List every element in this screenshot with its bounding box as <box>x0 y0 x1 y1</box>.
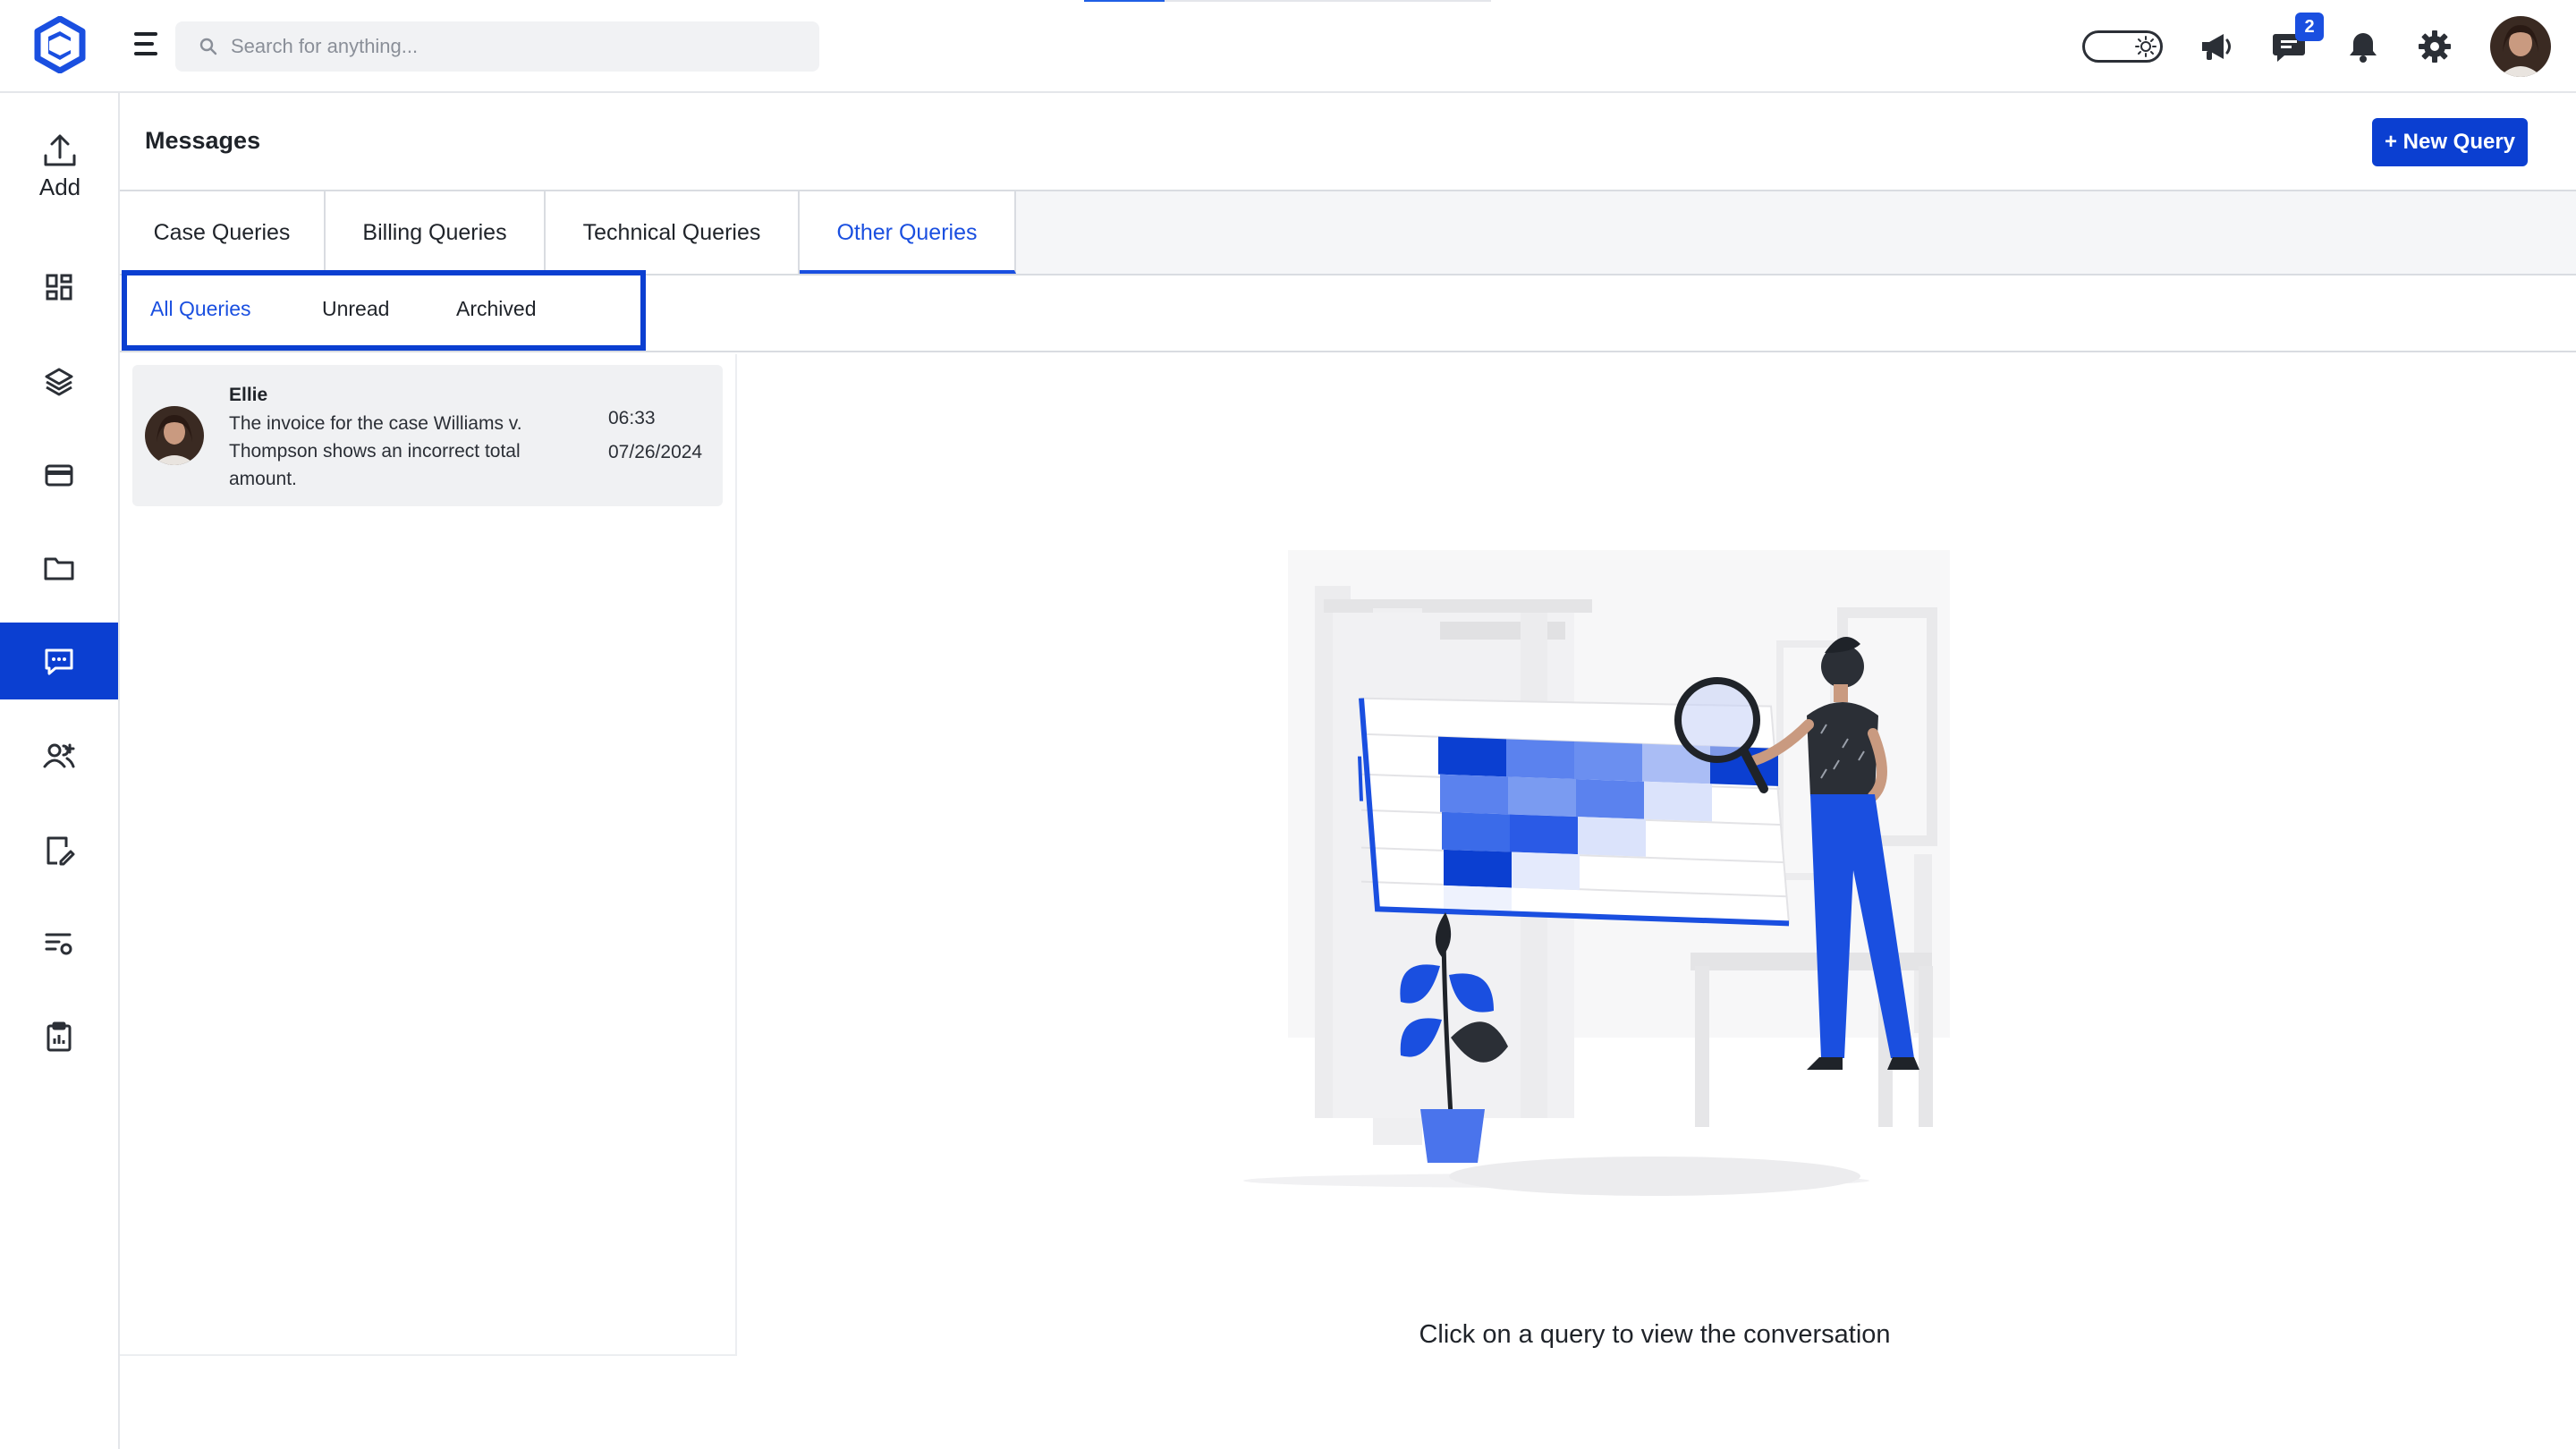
query-list-item[interactable]: Ellie The invoice for the case Williams … <box>132 365 723 506</box>
sidebar-item-billing[interactable] <box>0 436 118 513</box>
avatar-image <box>145 406 204 465</box>
tab-technical-queries[interactable]: Technical Queries <box>546 191 800 274</box>
clipboard-icon <box>47 1021 72 1052</box>
sender-avatar <box>145 406 204 465</box>
search-icon <box>199 38 217 55</box>
filter-unread[interactable]: Unread <box>322 297 389 321</box>
avatar-image <box>2490 16 2551 77</box>
page-title: Messages <box>145 127 261 154</box>
sidebar-add-button[interactable]: Add <box>0 131 120 211</box>
user-avatar[interactable] <box>2490 16 2551 77</box>
sidebar-item-layers[interactable] <box>0 343 118 420</box>
sidebar-item-dashboard[interactable] <box>0 249 118 326</box>
upload-icon <box>44 134 76 166</box>
dashboard-icon <box>46 274 72 301</box>
chat-badge: 2 <box>2295 13 2324 41</box>
filter-all-queries[interactable]: All Queries <box>150 297 250 321</box>
list-settings-icon <box>45 933 72 955</box>
sidebar-item-settings-list[interactable] <box>0 905 118 982</box>
bell-icon[interactable] <box>2343 27 2383 66</box>
sidebar-item-users[interactable] <box>0 717 118 794</box>
message-icon <box>45 648 73 675</box>
top-bar: 2 <box>0 0 2576 93</box>
new-query-button[interactable]: + New Query <box>2372 118 2528 166</box>
users-icon <box>43 743 75 768</box>
search-input[interactable] <box>231 21 803 72</box>
sidebar: Add <box>0 93 120 1449</box>
tab-case-queries[interactable]: Case Queries <box>120 191 326 274</box>
folder-icon <box>44 557 74 580</box>
filter-archived[interactable]: Archived <box>456 297 536 321</box>
message-preview: The invoice for the case Williams v. Tho… <box>229 413 522 489</box>
sidebar-add-label: Add <box>38 174 81 200</box>
sidebar-item-documents[interactable] <box>0 812 118 889</box>
sidebar-item-clipboard[interactable] <box>0 998 118 1075</box>
sender-name: Ellie <box>229 385 268 405</box>
sidebar-item-folder[interactable] <box>0 530 118 606</box>
edit-document-icon <box>47 836 75 866</box>
theme-toggle[interactable] <box>2082 30 2163 63</box>
app-logo[interactable] <box>34 16 86 73</box>
message-date: 07/26/2024 <box>608 442 703 462</box>
menu-toggle-icon[interactable] <box>134 32 161 59</box>
sun-icon <box>2135 36 2157 57</box>
gear-icon[interactable] <box>2415 27 2454 66</box>
sidebar-item-messages[interactable] <box>0 623 118 699</box>
layers-icon <box>45 368 73 396</box>
search-bar[interactable] <box>175 21 819 72</box>
empty-state-message: Click on a query to view the conversatio… <box>1419 1320 1891 1349</box>
query-type-tabs: Case Queries Billing Queries Technical Q… <box>120 190 2576 275</box>
message-time: 06:33 <box>608 408 656 428</box>
loading-indicator <box>1084 0 1491 2</box>
empty-state-illustration <box>1243 550 1950 1196</box>
tab-billing-queries[interactable]: Billing Queries <box>326 191 546 274</box>
credit-card-icon <box>45 464 73 487</box>
megaphone-icon[interactable] <box>2197 27 2236 66</box>
tab-other-queries[interactable]: Other Queries <box>800 191 1016 274</box>
